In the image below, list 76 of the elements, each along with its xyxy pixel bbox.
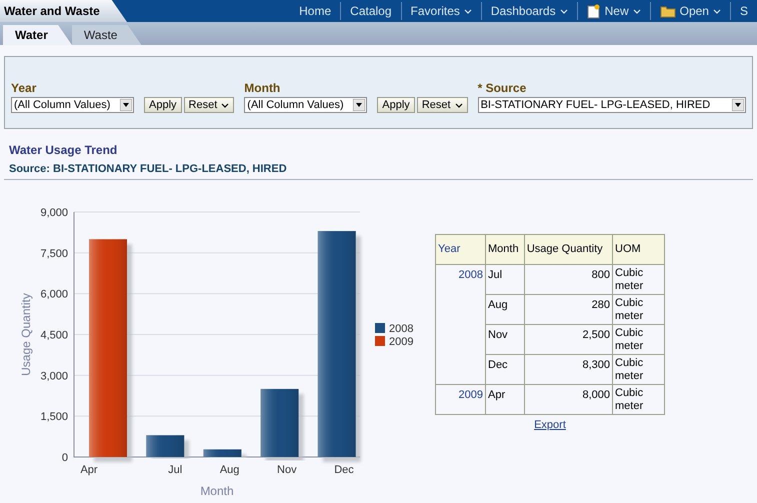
nav-link[interactable]: Open xyxy=(650,2,730,20)
filter-button[interactable]: Reset xyxy=(184,97,234,113)
y-tick-label: 3,000 xyxy=(40,370,68,382)
year-cell: 2009 xyxy=(436,384,486,414)
app-title: Water and Waste xyxy=(0,0,127,22)
table-cell: Aug xyxy=(486,294,524,324)
column-header: Month xyxy=(486,234,524,264)
table-cell: 8,300 xyxy=(524,354,612,384)
table-cell: 2,500 xyxy=(524,324,612,354)
table-cell: 280 xyxy=(524,294,612,324)
table-cell: Cubic meter xyxy=(612,324,664,354)
filter-button[interactable]: Apply xyxy=(377,97,415,113)
y-tick-label: 1,500 xyxy=(40,410,68,423)
filter-label: Year xyxy=(11,81,38,95)
dropdown-arrow-icon xyxy=(120,99,132,111)
folder-icon xyxy=(660,4,676,18)
report-subtitle: Source: BI-STATIONARY FUEL- LPG-LEASED, HIRED xyxy=(9,162,288,177)
x-tick-label: Dec xyxy=(334,464,354,476)
tab[interactable]: Water xyxy=(3,25,72,45)
filter-button[interactable]: Apply xyxy=(144,97,182,113)
x-tick-label: Jul xyxy=(168,464,182,476)
table-cell: Cubic meter xyxy=(612,264,664,294)
caret-icon xyxy=(221,102,230,108)
y-tick-label: 6,000 xyxy=(40,288,68,300)
caret-icon xyxy=(464,8,472,14)
table-cell: Cubic meter xyxy=(612,294,664,324)
column-header: Usage Quantity xyxy=(524,234,612,264)
column-header: Year xyxy=(436,234,486,264)
x-axis-title: Month xyxy=(200,484,234,496)
bar xyxy=(260,388,299,456)
dropdown[interactable]: BI-STATIONARY FUEL- LPG-LEASED, HIRED xyxy=(478,97,746,113)
table-cell: 8,000 xyxy=(524,384,612,414)
bar xyxy=(203,448,242,456)
filter-button[interactable]: Reset xyxy=(416,97,468,113)
legend-label: 2008 xyxy=(389,322,414,334)
nav-link[interactable]: Dashboards xyxy=(480,2,577,20)
table-cell: Cubic meter xyxy=(612,384,664,414)
table-cell: Dec xyxy=(486,354,524,384)
table-cell: Cubic meter xyxy=(612,354,664,384)
dropdown-arrow-icon xyxy=(353,99,366,111)
table-cell: Apr xyxy=(486,384,524,414)
filter-label: Month xyxy=(244,81,282,95)
dropdown-arrow-icon xyxy=(732,99,744,111)
bar xyxy=(146,434,184,456)
y-axis-title: Usage Quantity xyxy=(19,292,33,376)
y-tick-label: 4,500 xyxy=(40,329,68,341)
caret-icon xyxy=(632,8,641,14)
table-cell: 800 xyxy=(524,264,612,294)
nav-link[interactable]: New xyxy=(576,2,650,20)
nav-link[interactable]: Catalog xyxy=(340,2,401,20)
dropdown[interactable]: (All Column Values) xyxy=(11,97,134,113)
nav-link[interactable]: S xyxy=(730,2,757,20)
caret-icon xyxy=(560,8,568,14)
tab[interactable]: Waste xyxy=(72,25,142,45)
legend-swatch xyxy=(375,322,385,332)
x-tick-label: Apr xyxy=(80,464,98,476)
y-tick-label: 9,000 xyxy=(40,206,68,218)
report-title: Water Usage Trend xyxy=(9,142,118,159)
export-link[interactable]: Export xyxy=(534,416,566,433)
legend-label: 2009 xyxy=(389,336,414,348)
y-tick-label: 7,500 xyxy=(40,247,68,260)
caret-icon xyxy=(454,102,463,108)
table-cell: Nov xyxy=(486,324,524,354)
legend-swatch xyxy=(375,336,385,346)
column-header: UOM xyxy=(612,234,664,264)
filter-label: * Source xyxy=(478,81,528,95)
table-cell: Jul xyxy=(486,264,524,294)
nav-link[interactable]: Home xyxy=(290,2,340,20)
nav-link[interactable]: Favorites xyxy=(400,2,481,20)
dropdown[interactable]: (All Column Values) xyxy=(244,97,368,113)
caret-icon xyxy=(712,8,721,14)
y-tick-label: 0 xyxy=(62,452,68,464)
x-tick-label: Aug xyxy=(220,464,240,476)
document-icon xyxy=(586,4,601,18)
year-cell: 2008 xyxy=(436,264,486,384)
x-tick-label: Nov xyxy=(277,464,297,476)
